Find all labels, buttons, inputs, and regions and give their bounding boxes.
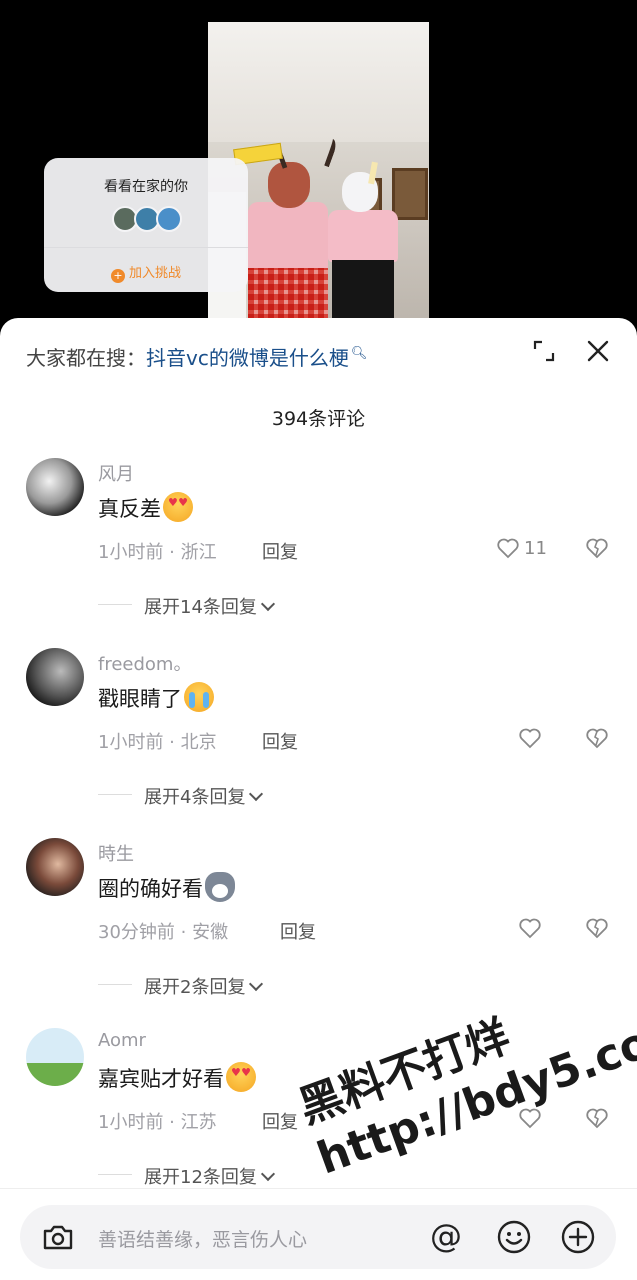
expand-replies-button[interactable]: 展开14条回复 (144, 593, 275, 619)
comment-username[interactable]: 時生 (98, 840, 134, 866)
camera-icon[interactable] (40, 1219, 76, 1255)
trending-search[interactable]: 大家都在搜：抖音vc的微博是什么梗 🔍︎ (26, 342, 367, 371)
join-challenge-button[interactable]: + 加入挑战 (44, 262, 248, 283)
avatar[interactable] (26, 458, 84, 516)
avatar[interactable] (26, 1028, 84, 1086)
broken-heart-icon[interactable] (585, 1106, 609, 1130)
reply-button[interactable]: 回复 (262, 538, 298, 564)
heart-eyes-emoji-icon (226, 1062, 256, 1092)
heart-eyes-emoji-icon (163, 492, 193, 522)
comment-item: freedom。 戳眼睛了 1小时前 · 北京 回复 展开4条回复 (0, 648, 637, 838)
comment-item: 风月 真反差 1小时前 · 浙江 回复 11 展开14条回复 (0, 458, 637, 648)
emoji-icon[interactable] (496, 1219, 532, 1255)
video-person-unicorn-mask (328, 161, 398, 340)
broken-heart-icon[interactable] (585, 916, 609, 940)
comment-input[interactable]: 善语结善缘，恶言伤人心 @ (20, 1205, 616, 1269)
divider (44, 247, 248, 248)
video-player[interactable]: 看看在家的你 + 加入挑战 (0, 0, 637, 340)
close-icon[interactable] (585, 338, 611, 364)
comment-text: 嘉宾贴才好看 (98, 1062, 256, 1093)
comment-count: 394条评论 (271, 408, 366, 430)
expand-replies-button[interactable]: 展开12条回复 (144, 1163, 275, 1189)
avatar[interactable] (26, 838, 84, 896)
comment-username[interactable]: freedom。 (98, 650, 191, 676)
like-count: 11 (524, 538, 547, 559)
comment-text: 真反差 (98, 492, 193, 523)
divider (98, 604, 132, 605)
comment-meta: 1小时前 · 北京 (98, 732, 217, 753)
comment-username[interactable]: Aomr (98, 1030, 146, 1051)
chevron-down-icon (249, 976, 264, 992)
plus-circle-icon: + (110, 269, 125, 283)
comment-meta: 1小时前 · 江苏 (98, 1112, 217, 1133)
trending-search-link[interactable]: 抖音vc的微博是什么梗 (146, 346, 349, 370)
comment-username[interactable]: 风月 (98, 460, 134, 486)
crying-emoji-icon (184, 682, 214, 712)
join-challenge-label: 加入挑战 (128, 266, 181, 281)
divider (98, 1174, 132, 1175)
comment-input-bar: 善语结善缘，恶言伤人心 @ (0, 1188, 637, 1280)
participant-avatars (112, 206, 192, 232)
comment-text: 戳眼睛了 (98, 682, 214, 713)
mention-icon[interactable]: @ (430, 1217, 462, 1255)
fullscreen-icon[interactable] (533, 340, 555, 362)
husky-emoji-icon (205, 872, 235, 902)
challenge-title: 看看在家的你 (104, 179, 188, 195)
divider (98, 794, 132, 795)
avatar (156, 206, 182, 232)
expand-replies-button[interactable]: 展开2条回复 (144, 973, 264, 999)
comment-input-placeholder: 善语结善缘，恶言伤人心 (98, 1229, 308, 1251)
add-icon[interactable] (560, 1219, 596, 1255)
broken-heart-icon[interactable] (585, 536, 609, 560)
expand-replies-button[interactable]: 展开4条回复 (144, 783, 264, 809)
heart-icon (519, 918, 541, 939)
search-icon: 🔍︎ (350, 346, 368, 361)
reply-button[interactable]: 回复 (262, 728, 298, 754)
video-person-bull-mask (233, 136, 339, 340)
comment-meta: 30分钟前 · 安徽 (98, 922, 229, 943)
heart-icon (519, 728, 541, 749)
comment-meta: 1小时前 · 浙江 (98, 542, 217, 563)
divider (98, 984, 132, 985)
heart-icon (497, 538, 519, 559)
video-wall (208, 22, 429, 142)
trending-search-prefix: 大家都在搜： (26, 346, 146, 370)
chevron-down-icon (260, 596, 275, 612)
broken-heart-icon[interactable] (585, 726, 609, 750)
avatar[interactable] (26, 648, 84, 706)
challenge-card[interactable]: 看看在家的你 + 加入挑战 (44, 158, 248, 292)
chevron-down-icon (249, 786, 264, 802)
comment-text: 圈的确好看 (98, 872, 235, 903)
chevron-down-icon (260, 1166, 275, 1182)
reply-button[interactable]: 回复 (262, 1108, 298, 1134)
reply-button[interactable]: 回复 (280, 918, 316, 944)
